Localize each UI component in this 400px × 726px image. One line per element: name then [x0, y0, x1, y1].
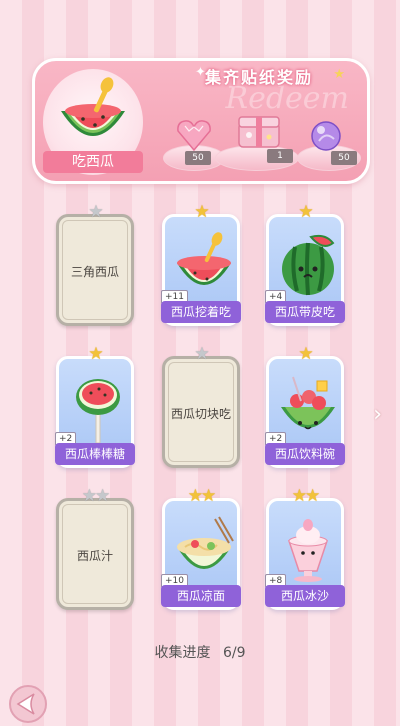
reward-count: 1 [267, 149, 293, 163]
sticker-card[interactable]: ★ +4 西瓜带皮吃 [265, 204, 345, 326]
collection-progress: 收集进度 6/9 [0, 642, 400, 662]
star-icon: ★ [88, 202, 103, 222]
star-icon: ★ [298, 344, 313, 364]
next-page-arrow-icon[interactable]: › [373, 402, 382, 427]
back-arrow-icon [9, 685, 47, 723]
sticker-name: 西瓜棒棒糖 [55, 443, 135, 465]
sticker-name: 西瓜凉面 [161, 585, 241, 607]
purple-orb-icon [311, 121, 341, 151]
sticker-name: 西瓜汁 [76, 549, 113, 563]
watermelon-bowl-icon [61, 77, 125, 136]
star-icon: ★ [194, 202, 209, 222]
sticker-card-locked[interactable]: ★ 西瓜切块吃 [162, 346, 240, 468]
star-icon: ★ [291, 486, 307, 506]
sticker-card[interactable]: ★ +11 西瓜挖着吃 [161, 204, 241, 326]
whole-watermelon-icon [282, 234, 335, 296]
star-icon: ★ [333, 67, 345, 82]
star-icon: ★ [187, 486, 203, 506]
sticker-card-locked[interactable]: ★ 三角西瓜 [56, 204, 134, 326]
sticker-card[interactable]: ★ +2 西瓜饮料碗 [265, 346, 345, 468]
star-icon: ★ [95, 486, 110, 506]
sticker-card[interactable]: ★★ +8 西瓜冰沙 [265, 488, 345, 610]
progress-value: 6/9 [222, 645, 246, 661]
star-icon: ★ [194, 344, 209, 364]
banner-title: 集齐贴纸奖励 [204, 68, 313, 87]
star-icon: ★ [81, 486, 97, 506]
star-icon: ★ [305, 486, 320, 506]
star-icon: ★ [298, 202, 313, 222]
gift-box-icon [238, 116, 280, 148]
reward-count: 50 [331, 151, 357, 165]
watermelon-spoon-icon [177, 232, 231, 285]
sparkle-icon: ✦ [195, 65, 206, 80]
pink-heart-gem-icon [177, 120, 211, 152]
main-reward-label: 吃西瓜 [43, 151, 143, 173]
sticker-card-locked[interactable]: ★★ 西瓜汁 [56, 488, 134, 610]
sticker-name: 西瓜饮料碗 [265, 443, 345, 465]
sticker-name: 西瓜冰沙 [265, 585, 345, 607]
sticker-card[interactable]: ★ +2 西瓜棒棒糖 [55, 346, 135, 468]
back-button[interactable] [6, 684, 50, 724]
reward-count: 50 [185, 151, 211, 165]
collection-reward-banner: Redeem 集齐贴纸奖励 ✦ ★ 吃西瓜 50 1 50 [32, 58, 370, 184]
sticker-name: 西瓜带皮吃 [265, 301, 345, 323]
sticker-name: 西瓜挖着吃 [161, 301, 241, 323]
progress-label: 收集进度 [154, 645, 211, 661]
sticker-name: 西瓜切块吃 [170, 407, 231, 421]
sticker-name: 三角西瓜 [70, 265, 119, 279]
sticker-card[interactable]: ★★ +10 西瓜凉面 [161, 488, 241, 610]
star-icon: ★ [201, 486, 216, 506]
star-icon: ★ [88, 344, 103, 364]
